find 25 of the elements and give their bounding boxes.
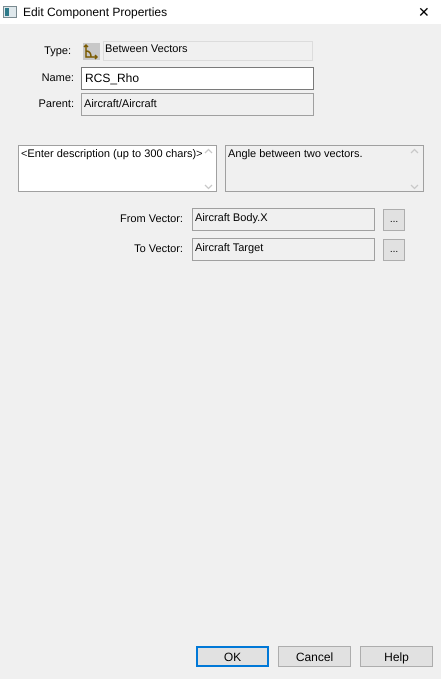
dialog-button[interactable]: Help: [360, 646, 433, 667]
dialog-button[interactable]: OK: [196, 646, 269, 667]
type-field: Between Vectors: [103, 41, 313, 61]
vector-field: Aircraft Target: [192, 238, 375, 261]
close-button[interactable]: ✕: [410, 2, 438, 22]
info-field[interactable]: Angle between two vectors.: [225, 145, 424, 192]
name-field[interactable]: RCS_Rho: [81, 67, 314, 90]
parent-label: Parent:: [38, 97, 74, 112]
scroll-up-icon[interactable]: [204, 148, 214, 154]
vector-label: From Vector:: [119, 212, 183, 228]
scroll-down-icon[interactable]: [410, 184, 418, 190]
parent-field: Aircraft/Aircraft: [81, 93, 314, 116]
name-label: Name:: [40, 71, 74, 86]
angle-icon: [83, 42, 100, 60]
browse-button[interactable]: ...: [383, 238, 405, 260]
dialog-button[interactable]: Cancel: [278, 646, 351, 667]
description-field[interactable]: <Enter description (up to 300 chars)>: [18, 145, 217, 192]
window-icon: [3, 6, 17, 18]
scroll-down-icon[interactable]: [204, 184, 214, 190]
browse-button[interactable]: ...: [383, 208, 405, 230]
vector-label: To Vector:: [133, 242, 183, 258]
type-label: Type:: [43, 44, 72, 59]
vector-field: Aircraft Body.X: [192, 208, 375, 231]
scroll-up-icon[interactable]: [410, 148, 418, 154]
window-title: Edit Component Properties: [23, 4, 168, 21]
